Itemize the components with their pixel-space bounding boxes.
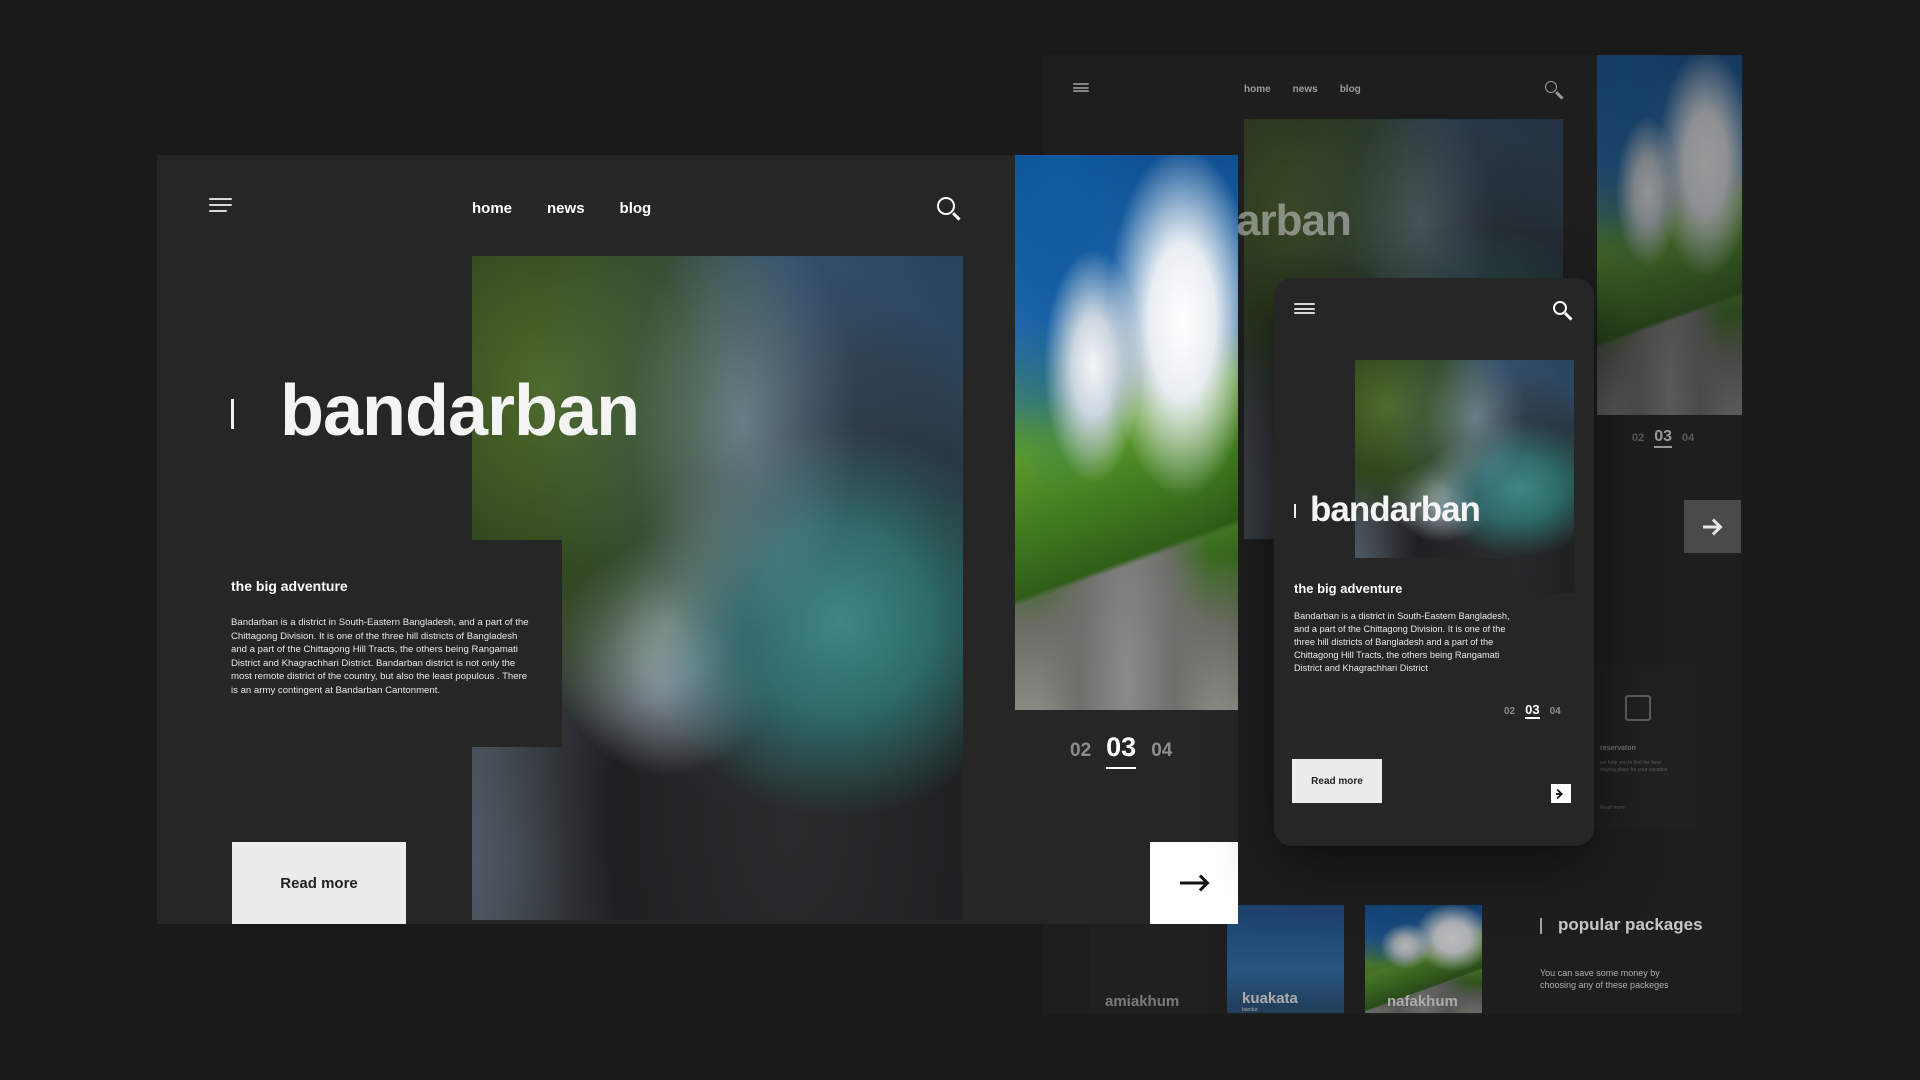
package-label: nafakhum [1387,993,1458,1010]
bg-package-kuakata[interactable]: kuakata bandar [1227,905,1344,1013]
bg-menu-icon[interactable] [1073,83,1089,92]
package-label: amiakhum [1105,993,1180,1010]
bg-reservation-card: reservaton we help you to find the best … [1590,665,1695,830]
mobile-card: bandarban the big adventure Bandarban is… [1274,278,1594,846]
bg-nav: home news blog [1244,84,1361,95]
hero-title: bandarban [280,371,640,451]
nav-blog[interactable]: blog [620,200,652,217]
bg-pager: 02 03 04 [1632,428,1694,448]
next-button[interactable] [1150,842,1238,924]
bg-arrow-right-icon [1703,525,1721,529]
bg-nav-blog[interactable]: blog [1340,84,1361,95]
hotel-icon [1625,695,1651,721]
reservation-link[interactable]: Read more [1600,805,1625,811]
side-image [1015,155,1238,710]
bg-pager-current[interactable]: 03 [1654,428,1673,448]
reservation-text: we help you to find the best staying pla… [1600,760,1668,773]
bg-hero-title: arban [1236,196,1352,245]
nav-news[interactable]: news [547,200,585,217]
bg-next-button[interactable] [1684,500,1741,553]
bg-pager-prev[interactable]: 02 [1632,432,1644,444]
bg-side-image [1597,55,1742,415]
mobile-search-icon[interactable] [1553,301,1567,315]
pager-next[interactable]: 04 [1151,740,1172,762]
menu-icon[interactable] [209,198,232,212]
nav-home[interactable]: home [472,200,512,217]
hero-description: Bandarban is a district in South-Eastern… [231,617,529,696]
mobile-description: Bandarban is a district in South-Eastern… [1294,611,1510,673]
bg-search-icon[interactable] [1545,81,1557,93]
main-nav: home news blog [472,200,651,217]
bg-nav-news[interactable]: news [1293,84,1318,95]
package-label: kuakata [1242,990,1298,1007]
mobile-pager: 02 03 04 [1504,702,1561,719]
bg-package-nafakhum[interactable]: nafakhum [1365,905,1482,1013]
pager: 02 03 04 [1070,732,1172,769]
mobile-hero-title: bandarban [1310,490,1481,529]
bg-nav-home[interactable]: home [1244,84,1271,95]
package-sub: bandar [1242,1007,1258,1013]
packages-text: You can save some money by choosing any … [1540,968,1669,990]
bg-pager-next[interactable]: 04 [1682,432,1694,444]
search-icon[interactable] [937,197,955,215]
packages-heading-bar [1540,918,1542,934]
mobile-pager-prev[interactable]: 02 [1504,706,1515,717]
mobile-pager-next[interactable]: 04 [1550,706,1561,717]
pager-current[interactable]: 03 [1106,732,1137,769]
packages-heading: popular packages [1558,915,1703,934]
hero-subtitle: the big adventure [231,578,348,594]
mobile-title-bar [1294,504,1296,518]
mobile-next-button[interactable] [1551,784,1571,803]
pager-prev[interactable]: 02 [1070,740,1091,762]
mobile-read-more-button[interactable]: Read more [1292,759,1382,803]
arrow-right-icon [1180,881,1208,885]
mobile-subtitle: the big adventure [1294,581,1403,596]
reservation-title: reservaton [1600,745,1636,752]
read-more-button[interactable]: Read more [232,842,406,924]
mobile-menu-icon[interactable] [1294,303,1315,314]
title-bar [231,399,234,429]
mobile-pager-current[interactable]: 03 [1525,702,1540,719]
mobile-arrow-right-icon [1556,793,1562,794]
